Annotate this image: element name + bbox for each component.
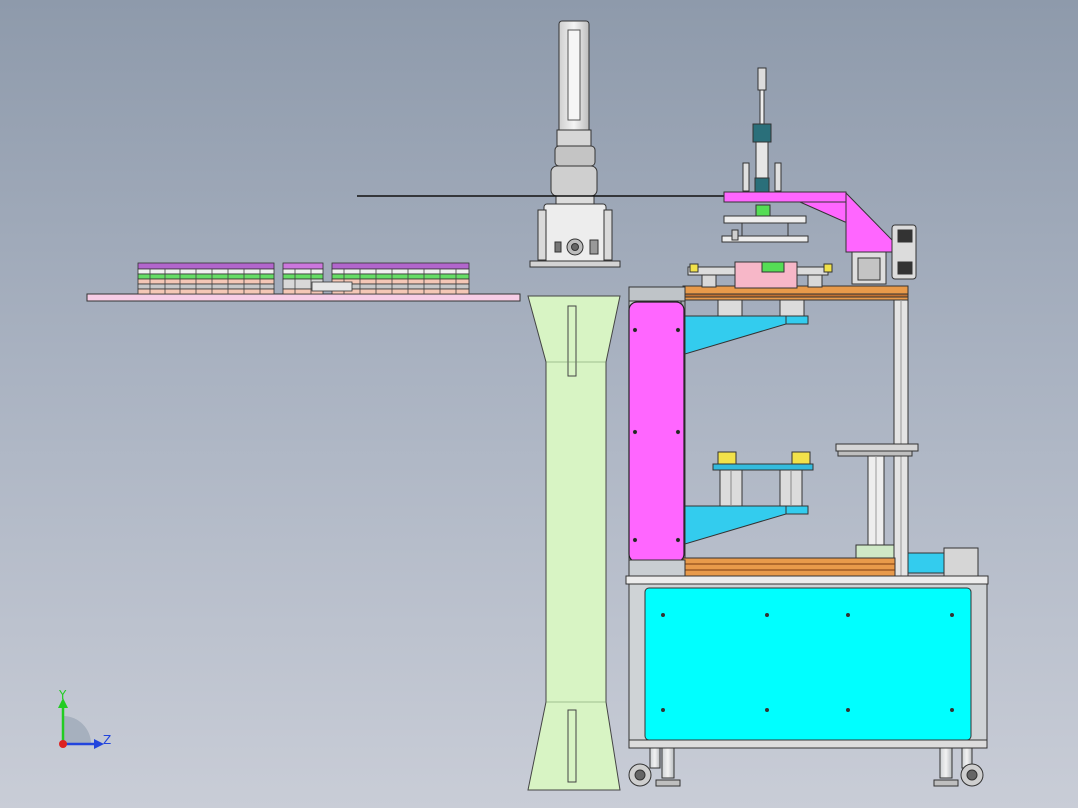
- magenta-arm: [723, 191, 847, 203]
- robot-pillar: [527, 295, 621, 791]
- tray-stack-group: [137, 262, 470, 295]
- cylinder: [752, 123, 772, 143]
- lower-deck: [682, 557, 896, 579]
- coordinate-triad: Y Z: [58, 688, 111, 749]
- conveyor-assembly: [86, 262, 521, 302]
- scara-robot: [529, 20, 621, 268]
- robot-shoulder: [554, 145, 596, 167]
- press-unit: [721, 67, 917, 285]
- cad-viewport[interactable]: Y Z: [0, 0, 1078, 808]
- robot-mount-plate: [529, 260, 621, 268]
- lower-cyan-bracket: [684, 505, 787, 545]
- magenta-side-cover: [628, 301, 685, 563]
- z-axis-label: Z: [103, 733, 111, 747]
- caster-right: [933, 747, 984, 787]
- cabinet-top: [625, 575, 989, 585]
- machine-frame: [625, 285, 989, 787]
- x-axis-point: [59, 740, 67, 748]
- y-axis-label: Y: [58, 688, 67, 702]
- conveyor-plate: [86, 293, 521, 302]
- caster-left: [628, 747, 681, 787]
- conveyor-bracket: [311, 281, 353, 292]
- magenta-column: [845, 191, 893, 253]
- assembly-drawing: Y Z: [58, 20, 989, 791]
- upper-cyan-bracket: [684, 315, 787, 355]
- cabinet-panel: [644, 587, 972, 741]
